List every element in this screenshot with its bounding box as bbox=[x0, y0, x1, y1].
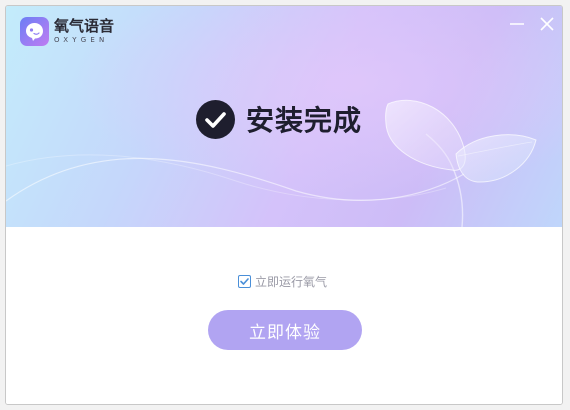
brand-text: 氧气语音 OXYGEN bbox=[54, 18, 114, 45]
minimize-icon bbox=[510, 23, 524, 25]
launch-now-option[interactable]: 立即运行氧气 bbox=[238, 273, 327, 290]
completion-headline: 安装完成 bbox=[196, 99, 362, 139]
close-button[interactable] bbox=[538, 15, 556, 33]
installer-window: 氧气语音 OXYGEN 安装完成 立即运行氧气 立即体验 bbox=[5, 5, 563, 405]
completion-banner: 氧气语音 OXYGEN 安装完成 bbox=[6, 6, 562, 227]
oxygen-bubble-logo-icon bbox=[20, 17, 49, 46]
try-now-button[interactable]: 立即体验 bbox=[208, 310, 362, 350]
action-panel: 立即运行氧气 立即体验 bbox=[6, 227, 562, 404]
launch-now-label: 立即运行氧气 bbox=[255, 275, 328, 289]
app-subtitle: OXYGEN bbox=[54, 36, 109, 44]
completion-title: 安装完成 bbox=[246, 104, 363, 137]
checkmark-icon bbox=[240, 278, 249, 285]
check-circle-icon bbox=[196, 99, 235, 139]
app-name: 氧气语音 bbox=[54, 17, 115, 35]
launch-now-checkbox[interactable] bbox=[238, 275, 251, 288]
brand: 氧气语音 OXYGEN bbox=[20, 17, 114, 46]
close-icon bbox=[540, 17, 554, 31]
minimize-button[interactable] bbox=[508, 15, 526, 33]
